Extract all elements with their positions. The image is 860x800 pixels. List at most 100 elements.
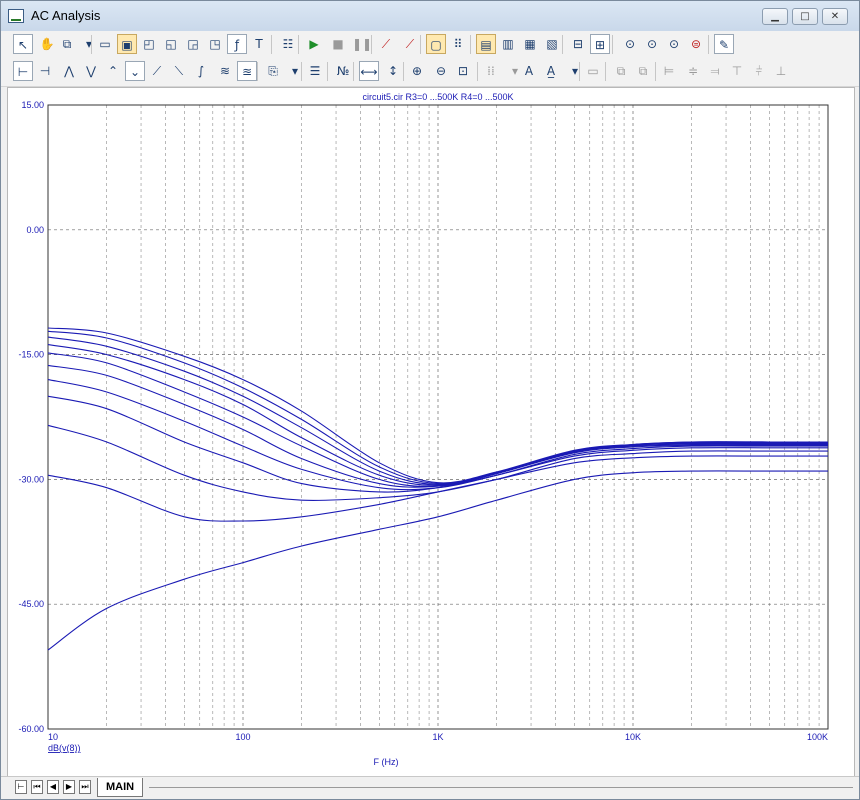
fit-x-icon[interactable]: ⟷ — [359, 61, 379, 81]
zoom-window-icon[interactable]: ⊡ — [453, 61, 473, 81]
layout-1-icon[interactable]: ▤ — [476, 34, 496, 54]
font-style-icon[interactable]: A̲ — [541, 61, 561, 81]
layout-2-icon[interactable]: ▥ — [498, 34, 518, 54]
y-tick-label: -60.00 — [18, 724, 44, 734]
toolbar-separator — [470, 35, 471, 54]
split-horizontal-icon[interactable]: ⊟ — [568, 34, 588, 54]
first-page-button[interactable]: ⊢ — [15, 780, 27, 794]
ac-analysis-window: AC Analysis ▁ □ ✕ ↖ ✋ ⧉ ▾ ▭ ▣ ◰ ◱ ◲ ◳ ƒ T ☷ ▶ ■ ❚❚ ⟋ ⟋ ▢ ⠿ ▤… — [0, 0, 860, 800]
x-tick-label: 10K — [625, 732, 641, 742]
pan-hand-icon[interactable]: ✋ — [37, 34, 57, 54]
dropdown-arrow-2-icon[interactable]: ▾ — [285, 61, 305, 81]
window-icon[interactable]: ▭ — [95, 34, 115, 54]
grid-style-icon[interactable]: ⁞⁞ — [481, 61, 501, 81]
last-tab-button[interactable]: ⏭ — [79, 780, 91, 794]
cursor-1-icon[interactable]: ⟋ — [376, 34, 396, 54]
dropdown-arrow-4-icon[interactable]: ▾ — [565, 61, 585, 81]
align-3-icon[interactable]: ⧉ — [633, 61, 653, 81]
align-bottom-icon[interactable]: ⊥ — [771, 61, 791, 81]
pointer-icon[interactable]: ↖ — [13, 34, 33, 54]
horizontal-scrollbar[interactable] — [149, 787, 853, 788]
valley-icon[interactable]: ⋁ — [81, 61, 101, 81]
layout-4-icon[interactable]: ▧ — [542, 34, 562, 54]
toolbar-separator — [327, 62, 328, 81]
low-icon[interactable]: ⌄ — [125, 61, 145, 81]
toolbar-separator — [562, 35, 563, 54]
plot-option-2-icon[interactable]: ◲ — [183, 34, 203, 54]
ac-analysis-chart[interactable]: 15.00 0.00 -15.00 -30.00 -45.00 -60.00 10 100 1K… — [8, 88, 854, 778]
align-1-icon[interactable]: ▭ — [583, 61, 603, 81]
cursor-mode-1-icon[interactable]: ⊢ — [13, 61, 33, 81]
cursor-mode-2-icon[interactable]: ⊣ — [35, 61, 55, 81]
cursor-2-icon[interactable]: ⟋ — [400, 34, 420, 54]
global-high-icon[interactable]: ≋ — [215, 61, 235, 81]
stop-icon[interactable]: ■ — [328, 34, 348, 54]
global-low-icon[interactable]: ≊ — [237, 61, 257, 81]
next-tab-button[interactable]: ▶ — [63, 780, 75, 794]
paste-icon[interactable]: ⎘ — [263, 61, 283, 81]
minimize-button[interactable]: ▁ — [762, 8, 788, 25]
x-tick-label: 1K — [432, 732, 443, 742]
align-center-icon[interactable]: ≑ — [683, 61, 703, 81]
y-tick-label: -45.00 — [18, 599, 44, 609]
inflection-icon[interactable]: ∫ — [191, 61, 211, 81]
first-tab-button[interactable]: ⏮ — [31, 780, 43, 794]
run-icon[interactable]: ▶ — [304, 34, 324, 54]
title-bar[interactable]: AC Analysis ▁ □ ✕ — [1, 1, 859, 32]
toolbar-separator — [477, 62, 478, 81]
toolbar-separator — [403, 62, 404, 81]
zoom-out-icon[interactable]: ⊖ — [431, 61, 451, 81]
align-middle-icon[interactable]: ⫩ — [749, 61, 769, 81]
next-icon[interactable]: ⟍ — [169, 61, 189, 81]
properties-icon[interactable]: ☷ — [278, 34, 298, 54]
pause-icon[interactable]: ❚❚ — [352, 34, 372, 54]
align-left-icon[interactable]: ⊨ — [659, 61, 679, 81]
peak-icon[interactable]: ⋀ — [59, 61, 79, 81]
grid-dots-icon[interactable]: ⠿ — [448, 34, 468, 54]
toolbar-separator — [708, 35, 709, 54]
list-icon[interactable]: ☰ — [305, 61, 325, 81]
y-tick-label: 15.00 — [21, 100, 44, 110]
zoom-in-icon[interactable]: ⊕ — [407, 61, 427, 81]
prev-tab-button[interactable]: ◀ — [47, 780, 59, 794]
zoom-all-icon[interactable]: ⊜ — [686, 34, 706, 54]
text-icon[interactable]: T — [249, 34, 269, 54]
layout-3-icon[interactable]: ▦ — [520, 34, 540, 54]
toolbar-separator — [420, 35, 421, 54]
chart-title: circuit5.cir R3=0 ...500K R4=0 ...500K — [362, 92, 513, 102]
copy-icon[interactable]: ⧉ — [57, 34, 77, 54]
align-right-icon[interactable]: ⫤ — [705, 61, 725, 81]
plot-option-3-icon[interactable]: ◳ — [205, 34, 225, 54]
toolbar-separator — [257, 62, 258, 81]
tab-bar: ⊢ ⏮ ◀ ▶ ⏭ MAIN — [1, 776, 859, 799]
x-tick-label: 100K — [807, 732, 828, 742]
close-button[interactable]: ✕ — [822, 8, 848, 25]
align-top-icon[interactable]: ⊤ — [727, 61, 747, 81]
formula-icon[interactable]: ƒ — [227, 34, 247, 54]
toolbar-separator — [371, 35, 372, 54]
grid-on-icon[interactable]: ▢ — [426, 34, 446, 54]
slope-icon[interactable]: ⟋ — [147, 61, 167, 81]
split-grid-icon[interactable]: ⊞ — [590, 34, 610, 54]
y-tick-label: -15.00 — [18, 350, 44, 360]
zoom-y-icon[interactable]: ⊙ — [642, 34, 662, 54]
zoom-fit-icon[interactable]: ⊙ — [620, 34, 640, 54]
toolbar-separator — [579, 62, 580, 81]
scale-icon[interactable]: ▣ — [117, 34, 137, 54]
maximize-plot-icon[interactable]: ◰ — [139, 34, 159, 54]
high-icon[interactable]: ⌃ — [103, 61, 123, 81]
zoom-x-icon[interactable]: ⊙ — [664, 34, 684, 54]
align-2-icon[interactable]: ⧉ — [611, 61, 631, 81]
y-axis-label: dB(v(8)) — [48, 743, 81, 753]
toolbar-separator — [301, 62, 302, 81]
numeric-icon[interactable]: № — [333, 61, 353, 81]
font-icon[interactable]: A — [519, 61, 539, 81]
tab-main[interactable]: MAIN — [97, 778, 144, 797]
app-icon — [8, 9, 24, 23]
maximize-button[interactable]: □ — [792, 8, 818, 25]
x-tick-label: 100 — [235, 732, 250, 742]
plot-option-icon[interactable]: ◱ — [161, 34, 181, 54]
fit-y-icon[interactable]: ↕ — [383, 61, 403, 81]
settings-icon[interactable]: ✎ — [714, 34, 734, 54]
plot-area[interactable]: 15.00 0.00 -15.00 -30.00 -45.00 -60.00 10 100 1K… — [7, 87, 855, 779]
